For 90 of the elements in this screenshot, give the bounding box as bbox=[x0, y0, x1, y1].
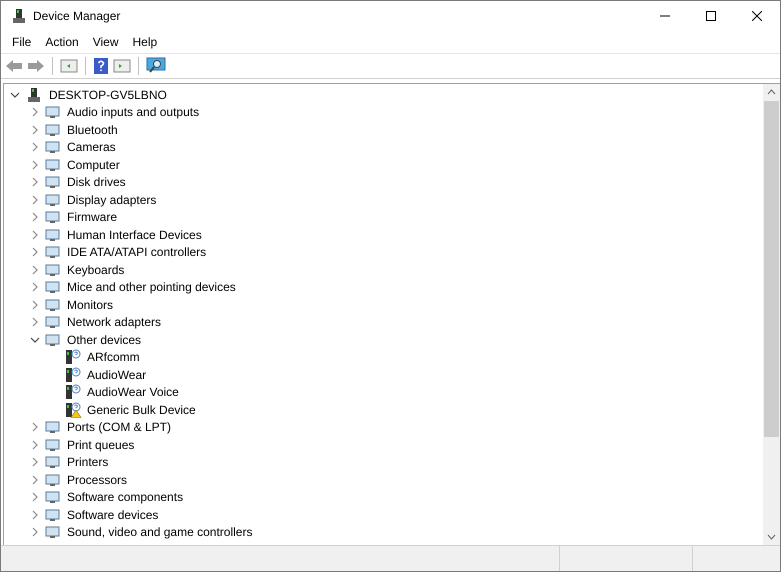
chevron-right-icon[interactable] bbox=[30, 300, 40, 310]
tree-item[interactable]: Other devices bbox=[66, 330, 142, 349]
app-icon bbox=[11, 8, 27, 24]
device-icon bbox=[45, 174, 61, 190]
chevron-right-icon[interactable] bbox=[30, 317, 40, 328]
tree-item[interactable]: Firmware bbox=[66, 208, 118, 226]
device-icon bbox=[45, 489, 61, 506]
chevron-right-icon[interactable] bbox=[30, 510, 40, 520]
tree-item[interactable]: Bluetooth bbox=[66, 120, 119, 139]
maximize-icon bbox=[706, 11, 716, 21]
action-pane-icon[interactable] bbox=[113, 58, 131, 74]
chevron-right-icon[interactable] bbox=[30, 160, 40, 170]
tree-item[interactable]: Cameras bbox=[66, 138, 117, 156]
chevron-right-icon[interactable] bbox=[30, 107, 40, 118]
chevron-right-icon[interactable] bbox=[30, 124, 40, 135]
menu-item[interactable]: File bbox=[5, 33, 38, 51]
unknown-device-icon bbox=[64, 366, 82, 383]
console-tree-icon[interactable] bbox=[60, 58, 78, 74]
chevron-right-icon[interactable] bbox=[30, 264, 40, 275]
tree-item[interactable]: Mice and other pointing devices bbox=[66, 278, 237, 296]
device-icon bbox=[45, 156, 61, 173]
help-icon[interactable] bbox=[93, 57, 109, 75]
tree-item[interactable]: AudioWear bbox=[86, 366, 148, 384]
scrollbar-thumb[interactable] bbox=[764, 101, 779, 437]
tree-item[interactable]: Processors bbox=[66, 470, 128, 489]
unknown-device-warning-icon bbox=[64, 402, 82, 418]
chevron-right-icon[interactable] bbox=[30, 474, 40, 485]
device-icon bbox=[45, 139, 61, 156]
forward-arrow-icon[interactable] bbox=[27, 58, 45, 74]
device-icon bbox=[45, 262, 61, 278]
menu-item[interactable]: View bbox=[86, 33, 126, 51]
tree-item[interactable]: IDE ATA/ATAPI controllers bbox=[66, 243, 208, 262]
chevron-right-icon[interactable] bbox=[30, 282, 40, 292]
device-icon bbox=[45, 314, 61, 330]
chevron-down-icon[interactable] bbox=[30, 334, 40, 345]
device-icon bbox=[45, 209, 61, 226]
device-icon bbox=[45, 524, 61, 540]
computer-icon bbox=[26, 86, 42, 103]
device-icon bbox=[45, 279, 61, 296]
tree-item[interactable]: Ports (COM & LPT) bbox=[66, 418, 172, 436]
chevron-right-icon[interactable] bbox=[30, 492, 40, 502]
chevron-right-icon[interactable] bbox=[30, 247, 40, 258]
tree-item[interactable]: Generic Bulk Device bbox=[86, 400, 197, 419]
device-icon bbox=[45, 436, 61, 453]
device-icon bbox=[45, 472, 61, 488]
tree-item[interactable]: Printers bbox=[66, 453, 110, 472]
tree-item[interactable]: Audio inputs and outputs bbox=[66, 103, 200, 122]
close-icon bbox=[752, 11, 762, 21]
menu-item[interactable]: Action bbox=[38, 33, 86, 51]
tree-item[interactable]: DESKTOP-GV5LBNO bbox=[48, 86, 168, 104]
chevron-right-icon[interactable] bbox=[30, 142, 40, 152]
unknown-device-icon bbox=[64, 384, 82, 400]
chevron-right-icon[interactable] bbox=[30, 230, 40, 240]
device-icon bbox=[45, 104, 61, 120]
back-arrow-icon[interactable] bbox=[5, 58, 23, 74]
tree-item[interactable]: Disk drives bbox=[66, 173, 127, 192]
window-title: Device Manager bbox=[33, 8, 120, 25]
menu-item[interactable]: Help bbox=[126, 33, 164, 51]
device-icon bbox=[45, 296, 61, 313]
chevron-right-icon[interactable] bbox=[30, 194, 40, 205]
device-icon bbox=[45, 419, 61, 436]
device-icon bbox=[45, 506, 61, 523]
device-icon bbox=[45, 122, 61, 138]
chevron-down-icon[interactable] bbox=[10, 90, 20, 100]
scrollbar[interactable] bbox=[763, 84, 780, 545]
tree-item[interactable]: AudioWear Voice bbox=[86, 383, 180, 402]
device-icon bbox=[45, 332, 61, 348]
tree-item[interactable]: Software devices bbox=[66, 506, 160, 524]
device-icon bbox=[45, 192, 61, 208]
unknown-device-icon bbox=[64, 349, 82, 366]
tree-item[interactable]: Sound, video and game controllers bbox=[66, 523, 254, 542]
tree-item[interactable]: Network adapters bbox=[66, 313, 162, 332]
chevron-right-icon[interactable] bbox=[30, 177, 40, 188]
tree-item[interactable]: Display adapters bbox=[66, 190, 158, 209]
monitor-scan-icon[interactable] bbox=[146, 57, 166, 75]
tree-item[interactable]: Print queues bbox=[66, 436, 136, 454]
tree-item[interactable]: Keyboards bbox=[66, 260, 126, 279]
chevron-right-icon[interactable] bbox=[30, 440, 40, 450]
tree-item[interactable]: Computer bbox=[66, 156, 121, 174]
chevron-right-icon[interactable] bbox=[30, 212, 40, 222]
chevron-right-icon[interactable] bbox=[30, 527, 40, 538]
chevron-right-icon[interactable] bbox=[30, 422, 40, 432]
tree-item[interactable]: ARfcomm bbox=[86, 348, 141, 366]
tree-item[interactable]: Monitors bbox=[66, 296, 114, 314]
device-icon bbox=[45, 244, 61, 260]
device-icon bbox=[45, 454, 61, 470]
device-icon bbox=[45, 226, 61, 243]
tree-item[interactable]: Software components bbox=[66, 488, 184, 506]
chevron-right-icon[interactable] bbox=[30, 457, 40, 468]
tree-item[interactable]: Human Interface Devices bbox=[66, 226, 203, 244]
